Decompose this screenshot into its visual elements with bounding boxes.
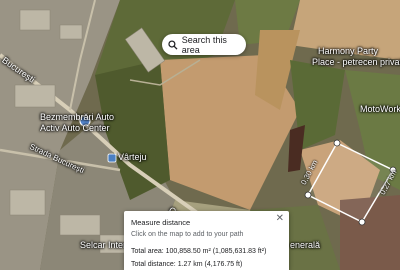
place-label-harmony-party-sub[interactable]: Place - petrecen private... [312, 57, 400, 67]
measure-distance-panel: Measure distance ✕ Click on the map to a… [124, 211, 289, 270]
measure-total-area: Total area: 100,858.50 m² (1,085,631.83 … [131, 248, 267, 255]
place-label-varteju[interactable]: Vârteju [118, 152, 147, 162]
close-icon[interactable]: ✕ [276, 213, 284, 224]
place-label-bezmembrari[interactable]: Bezmembrări Auto [40, 112, 114, 122]
search-this-area-label: Search this area [181, 34, 227, 55]
place-label-harmony-party[interactable]: Harmony Party [318, 46, 378, 56]
place-label-generala[interactable]: enerală [290, 240, 320, 250]
measure-vertex [304, 191, 312, 199]
search-icon [168, 39, 178, 50]
place-label-selcar[interactable]: Selcar Inter [80, 240, 126, 250]
transit-marker-varteju [107, 153, 117, 163]
measure-vertex [333, 139, 341, 147]
measure-total-distance: Total distance: 1.27 km (4,176.75 ft) [131, 261, 243, 268]
place-label-motoworks[interactable]: MotoWorks [360, 104, 400, 114]
measure-hint: Click on the map to add to your path [131, 231, 244, 238]
place-label-activ-auto[interactable]: Activ Auto Center [40, 123, 110, 133]
measure-vertex [358, 218, 366, 226]
search-this-area-button[interactable]: Search this area [162, 34, 246, 55]
measure-title: Measure distance [131, 218, 191, 227]
